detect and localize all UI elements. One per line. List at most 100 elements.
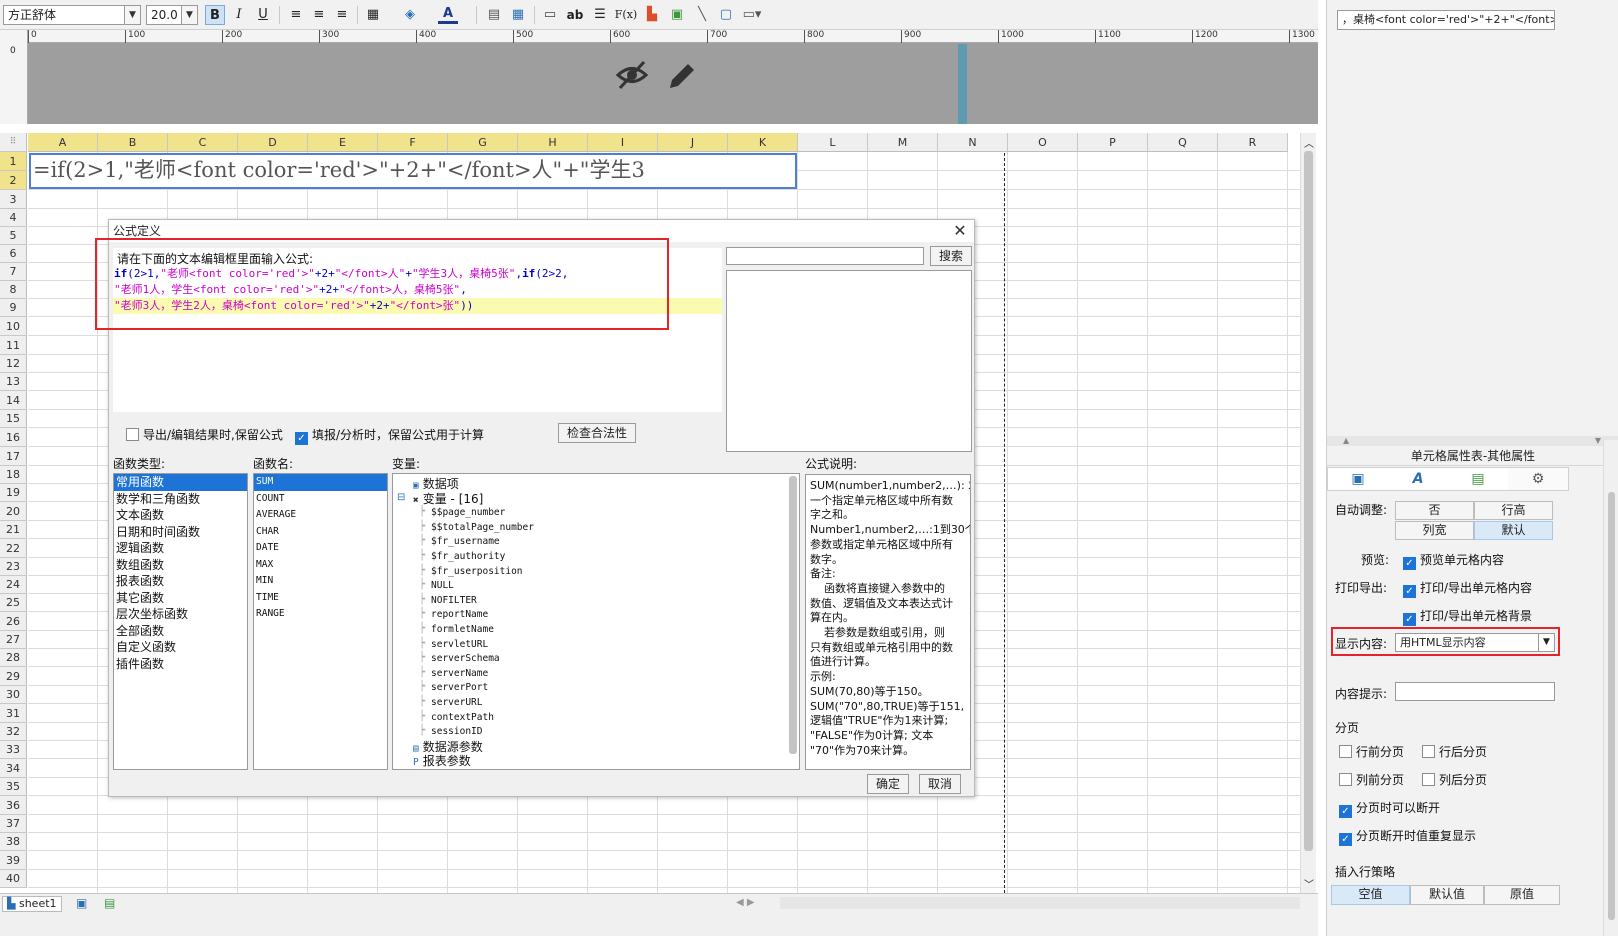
auto-adjust-option[interactable]: 列宽 bbox=[1395, 521, 1474, 540]
column-header[interactable]: B bbox=[98, 133, 168, 152]
row-header[interactable]: 33 bbox=[0, 741, 27, 759]
row-header[interactable]: 40 bbox=[0, 870, 27, 888]
grid-vertical-scrollbar[interactable]: ︿ ﹀ bbox=[1300, 133, 1316, 893]
column-header[interactable]: K bbox=[728, 133, 798, 152]
collapse-icon[interactable]: ⊟ bbox=[397, 492, 405, 503]
checkbox-checked-icon[interactable]: ✓ bbox=[1403, 585, 1416, 598]
tree-variable-item[interactable]: contextPath bbox=[431, 711, 494, 726]
func-name-item[interactable]: TIME bbox=[254, 590, 387, 607]
row-icon[interactable]: ▤ bbox=[484, 5, 504, 25]
collapse-up-icon[interactable]: ▲ bbox=[1343, 436, 1349, 445]
tree-report-params[interactable]: P 报表参数 bbox=[413, 754, 471, 769]
paging-option[interactable]: 列后分页 bbox=[1422, 771, 1487, 788]
scrollbar-thumb[interactable] bbox=[1304, 151, 1313, 851]
func-name-item[interactable]: MIN bbox=[254, 573, 387, 590]
tree-variable-item[interactable]: $$totalPage_number bbox=[431, 521, 534, 536]
selected-cell-content[interactable]: =if(2>1,"老师<font color='red'>"+2+"</font… bbox=[29, 153, 797, 189]
print-content-option[interactable]: ✓ 打印/导出单元格内容 bbox=[1403, 579, 1532, 598]
column-header[interactable]: Q bbox=[1148, 133, 1218, 152]
checkbox-checked-icon[interactable]: ✓ bbox=[1403, 557, 1416, 570]
tree-variable-item[interactable]: servletURL bbox=[431, 638, 488, 653]
tree-variable-item[interactable]: sessionID bbox=[431, 725, 482, 740]
row-header[interactable]: 22 bbox=[0, 539, 27, 558]
tree-variable-item[interactable]: $$page_number bbox=[431, 506, 505, 521]
func-name-item[interactable]: SUM bbox=[254, 474, 387, 491]
cell-tab-icon[interactable]: ▤ bbox=[1448, 468, 1508, 490]
column-header[interactable]: F bbox=[378, 133, 448, 152]
row-header[interactable]: 20 bbox=[0, 502, 27, 521]
fill-color-icon[interactable]: ◈ bbox=[400, 5, 420, 25]
func-type-item[interactable]: 数学和三角函数 bbox=[114, 491, 247, 508]
row-header[interactable]: 26 bbox=[0, 612, 27, 631]
tree-variable-item[interactable]: $fr_username bbox=[431, 535, 500, 550]
add-sheet-icon[interactable]: ▣ bbox=[76, 896, 87, 910]
func-type-item[interactable]: 插件函数 bbox=[114, 656, 247, 673]
func-type-item[interactable]: 日期和时间函数 bbox=[114, 524, 247, 541]
tree-variable-item[interactable]: serverPort bbox=[431, 681, 488, 696]
row-header[interactable]: 1 bbox=[0, 152, 27, 171]
column-header[interactable]: D bbox=[238, 133, 308, 152]
scroll-up-icon[interactable]: ︿ bbox=[1304, 135, 1314, 150]
keep-formula-export-option[interactable]: 导出/编辑结果时,保留公式 bbox=[126, 426, 283, 443]
check-validity-button[interactable]: 检查合法性 bbox=[558, 423, 636, 443]
func-type-item[interactable]: 自定义函数 bbox=[114, 639, 247, 656]
func-type-list[interactable]: 常用函数 数学和三角函数 文本函数 日期和时间函数 逻辑函数 数组函数 报表函数 其它函数 层次… bbox=[113, 473, 248, 770]
row-header[interactable]: 31 bbox=[0, 704, 27, 723]
tree-variable-item[interactable]: NOFILTER bbox=[431, 594, 477, 609]
insert-policy-option[interactable]: 默认值 bbox=[1410, 885, 1484, 905]
paging-option[interactable]: 行前分页 bbox=[1339, 743, 1404, 760]
keep-formula-fill-option[interactable]: ✓ 填报/分析时，保留公式用于计算 bbox=[295, 426, 484, 445]
search-input[interactable] bbox=[726, 247, 924, 265]
func-type-item[interactable]: 报表函数 bbox=[114, 573, 247, 590]
func-name-list[interactable]: SUM COUNT AVERAGE CHAR DATE MAX MIN TIME RANGE bbox=[253, 473, 388, 770]
align-right-icon[interactable]: ≡ bbox=[332, 5, 352, 25]
auto-adjust-option[interactable]: 行高 bbox=[1474, 501, 1553, 520]
row-header[interactable]: 3 bbox=[0, 190, 27, 209]
edit-pencil-icon[interactable] bbox=[664, 58, 700, 94]
tree-variable-item[interactable]: serverName bbox=[431, 667, 488, 682]
scroll-down-icon[interactable]: ﹀ bbox=[1304, 876, 1314, 891]
style-tab-icon[interactable]: ▣ bbox=[1328, 468, 1388, 490]
tree-variable-item[interactable]: serverURL bbox=[431, 696, 482, 711]
row-header[interactable]: 2 bbox=[0, 171, 27, 190]
func-type-item[interactable]: 其它函数 bbox=[114, 590, 247, 607]
subreport-icon[interactable]: ▢ bbox=[716, 5, 736, 25]
tree-variable-item[interactable]: formletName bbox=[431, 623, 494, 638]
func-type-item[interactable]: 文本函数 bbox=[114, 507, 247, 524]
chevron-down-icon[interactable]: ▼ bbox=[181, 6, 197, 24]
row-header[interactable]: 39 bbox=[0, 851, 27, 870]
column-header[interactable]: I bbox=[588, 133, 658, 152]
cancel-button[interactable]: 取消 bbox=[919, 774, 961, 794]
checkbox-icon[interactable] bbox=[1422, 745, 1435, 758]
row-header[interactable]: 30 bbox=[0, 686, 27, 704]
font-tab-icon[interactable]: A bbox=[1388, 468, 1448, 490]
paging-option[interactable]: ✓ 分页时可以断开 bbox=[1339, 799, 1440, 818]
row-header[interactable]: 27 bbox=[0, 631, 27, 649]
checkbox-checked-icon[interactable]: ✓ bbox=[1339, 805, 1352, 818]
row-header[interactable]: 23 bbox=[0, 558, 27, 576]
column-header[interactable]: C bbox=[168, 133, 238, 152]
func-type-item[interactable]: 逻辑函数 bbox=[114, 540, 247, 557]
func-name-item[interactable]: CHAR bbox=[254, 524, 387, 541]
close-icon[interactable]: ✕ bbox=[952, 220, 968, 242]
func-type-item[interactable]: 常用函数 bbox=[114, 474, 247, 491]
row-header[interactable]: 29 bbox=[0, 667, 27, 686]
column-header[interactable]: J bbox=[658, 133, 728, 152]
panel-vertical-scrollbar[interactable] bbox=[1603, 440, 1618, 936]
column-header[interactable]: N bbox=[938, 133, 1008, 152]
row-header[interactable]: 19 bbox=[0, 484, 27, 502]
column-header[interactable]: G bbox=[448, 133, 518, 152]
column-header[interactable]: A bbox=[28, 133, 98, 152]
auto-adjust-option[interactable]: 否 bbox=[1395, 501, 1474, 520]
tree-scrollbar-thumb[interactable] bbox=[789, 476, 797, 754]
row-header[interactable]: 5 bbox=[0, 227, 27, 245]
tree-variable-item[interactable]: serverSchema bbox=[431, 652, 500, 667]
chevron-down-icon[interactable]: ▼ bbox=[124, 6, 140, 24]
content-tip-input[interactable] bbox=[1395, 682, 1555, 701]
checkbox-checked-icon[interactable]: ✓ bbox=[1403, 613, 1416, 626]
search-button[interactable]: 搜索 bbox=[930, 246, 972, 266]
gear-icon[interactable]: ⚙ bbox=[1508, 468, 1568, 490]
ok-button[interactable]: 确定 bbox=[867, 774, 909, 794]
collapse-down-icon[interactable]: ▼ bbox=[1595, 436, 1601, 445]
func-name-item[interactable]: DATE bbox=[254, 540, 387, 557]
